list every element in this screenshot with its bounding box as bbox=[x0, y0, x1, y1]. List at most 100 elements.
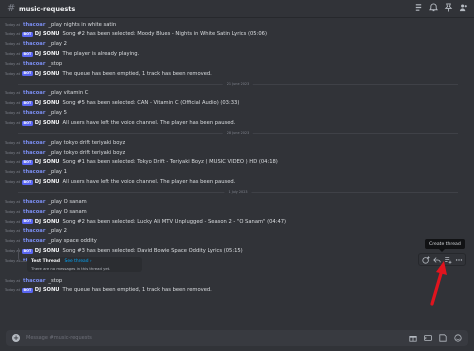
message-username[interactable]: thacoar bbox=[23, 238, 45, 244]
message-timestamp: Today at bbox=[4, 278, 20, 283]
members-icon[interactable] bbox=[459, 3, 468, 12]
message-timestamp: Today at bbox=[4, 199, 20, 204]
message-timestamp: Today at bbox=[4, 209, 20, 214]
message-text: _play 5 bbox=[48, 110, 67, 117]
red-arrow-head bbox=[436, 261, 447, 275]
message-timestamp: Today at bbox=[4, 258, 20, 263]
message-timestamp: Today at bbox=[4, 32, 20, 37]
add-attachment-icon[interactable]: + bbox=[12, 334, 20, 342]
message-text: Song #1 has been selected: Tokyo Drift -… bbox=[62, 159, 278, 166]
message-input[interactable] bbox=[26, 335, 409, 341]
bot-message[interactable]: Today at BOT DJ SONU All users have left th… bbox=[0, 178, 236, 187]
channel-name: music-requests bbox=[19, 4, 76, 13]
emoji-icon[interactable] bbox=[454, 334, 462, 342]
bot-badge: BOT bbox=[22, 159, 33, 165]
message-timestamp: Today at bbox=[4, 180, 20, 185]
bot-username[interactable]: DJ SONU bbox=[35, 71, 60, 77]
message-list[interactable]: Today at thacoar _play nights in white sat… bbox=[0, 19, 474, 324]
bot-username[interactable]: DJ SONU bbox=[35, 31, 60, 37]
bot-message[interactable]: Today at BOT DJ SONU The player is already … bbox=[0, 50, 139, 59]
message-timestamp: Today at bbox=[4, 22, 20, 27]
bot-username[interactable]: DJ SONU bbox=[35, 219, 60, 225]
thread-name: Test Thread bbox=[31, 259, 60, 264]
bot-username[interactable]: DJ SONU bbox=[35, 100, 60, 106]
channel-header: # music-requests bbox=[0, 0, 474, 18]
user-message[interactable]: Today at thacoar _stop bbox=[0, 59, 62, 68]
notifications-bell-icon[interactable] bbox=[429, 3, 438, 12]
user-message[interactable]: Today at thacoar _play 2 bbox=[0, 40, 67, 49]
bot-message[interactable]: Today at BOT DJ SONU Song #3 has been selec… bbox=[0, 247, 243, 256]
threads-icon[interactable] bbox=[414, 3, 423, 12]
bot-message[interactable]: Today at BOT DJ SONU Song #5 has been selec… bbox=[0, 99, 240, 108]
bot-username[interactable]: DJ SONU bbox=[35, 287, 60, 293]
message-timestamp: Today at bbox=[4, 160, 20, 165]
message-timestamp: Today at bbox=[4, 101, 20, 106]
user-message[interactable]: Today at thacoar _play tokyo drift teriyak… bbox=[0, 148, 125, 157]
message-timestamp: Today at bbox=[4, 229, 20, 234]
user-message[interactable]: Today at thacoar _play 1 bbox=[0, 168, 67, 177]
bot-message[interactable]: Today at BOT DJ SONU The queue has been emp… bbox=[0, 69, 212, 78]
message-text: _stop bbox=[48, 277, 63, 284]
message-timestamp: Today at bbox=[4, 170, 20, 175]
pin-icon[interactable] bbox=[444, 3, 453, 12]
message-username[interactable]: thacoar bbox=[23, 140, 45, 146]
message-timestamp: Today at bbox=[4, 91, 20, 96]
user-message[interactable]: Today at thacoar _stop bbox=[0, 276, 62, 285]
message-text: _play nights in white satin bbox=[48, 21, 117, 28]
user-message[interactable]: Today at thacoar _play 2 bbox=[0, 227, 67, 236]
date-divider-label: 28 June 2023 bbox=[222, 130, 254, 135]
see-thread-link[interactable]: See thread › bbox=[65, 259, 92, 264]
message-text: Song #5 has been selected: CAN - Vitamin… bbox=[62, 100, 240, 107]
bot-message[interactable]: Today at BOT DJ SONU Song #1 has been selec… bbox=[0, 158, 278, 167]
date-divider-label: 21 June 2023 bbox=[222, 81, 254, 86]
message-composer: + bbox=[6, 330, 468, 346]
bot-message[interactable]: Today at BOT DJ SONU All users have left th… bbox=[0, 119, 236, 128]
message-username[interactable]: thacoar bbox=[23, 41, 45, 47]
message-username[interactable]: thacoar bbox=[23, 169, 45, 175]
message-username[interactable]: thacoar bbox=[23, 61, 45, 67]
message-text: All users have left the voice channel. T… bbox=[62, 120, 236, 126]
bot-username[interactable]: DJ SONU bbox=[35, 120, 60, 126]
date-divider: 1 July 2023 bbox=[18, 189, 458, 194]
bot-message[interactable]: Today at BOT DJ SONU Song #2 has been selec… bbox=[0, 217, 286, 226]
date-divider: 21 June 2023 bbox=[18, 81, 458, 86]
thread-preview[interactable]: Test Thread See thread › There are no me… bbox=[27, 257, 142, 272]
user-message[interactable]: Today at thacoar _play O sanam bbox=[0, 207, 87, 216]
bot-username[interactable]: DJ SONU bbox=[35, 248, 60, 254]
message-text: The queue has been emptied, 1 track has … bbox=[62, 70, 212, 77]
red-arrow-annotation bbox=[430, 261, 447, 306]
user-message[interactable]: Today at thacoar _play vitamin C bbox=[0, 89, 89, 98]
message-timestamp: Today at bbox=[4, 150, 20, 155]
user-message[interactable]: Today at thacoar _play 5 bbox=[0, 109, 67, 118]
message-username[interactable]: thacoar bbox=[23, 199, 45, 205]
message-username[interactable]: thacoar bbox=[23, 110, 45, 116]
gif-icon[interactable] bbox=[424, 334, 432, 342]
bot-message[interactable]: Today at BOT DJ SONU Song #2 has been selec… bbox=[0, 30, 267, 39]
more-options-icon[interactable] bbox=[455, 256, 463, 264]
bot-username[interactable]: DJ SONU bbox=[35, 159, 60, 165]
user-message[interactable]: Today at thacoar _play nights in white sat… bbox=[0, 20, 116, 29]
bot-badge: BOT bbox=[22, 51, 33, 57]
message-timestamp: Today at bbox=[4, 219, 20, 224]
user-message[interactable]: Today at thacoar _play space oddity bbox=[0, 237, 97, 246]
message-username[interactable]: thacoar bbox=[23, 228, 45, 234]
message-text: _play 2 bbox=[48, 228, 67, 235]
message-username[interactable]: thacoar bbox=[23, 150, 45, 156]
gift-icon[interactable] bbox=[409, 334, 417, 342]
bot-username[interactable]: DJ SONU bbox=[35, 51, 60, 57]
message-timestamp: Today at bbox=[4, 121, 20, 125]
bot-message[interactable]: Today at BOT DJ SONU The queue has been emp… bbox=[0, 286, 212, 295]
message-username[interactable]: thacoar bbox=[23, 22, 45, 28]
user-message[interactable]: Today at thacoar _play tokyo drift teriyak… bbox=[0, 138, 125, 147]
composer-actions bbox=[409, 334, 462, 342]
message-text: _stop bbox=[48, 60, 63, 67]
message-username[interactable]: thacoar bbox=[23, 209, 45, 215]
message-username[interactable]: thacoar bbox=[23, 278, 45, 284]
message-text: _play tokyo drift teriyaki boyz bbox=[48, 139, 126, 146]
hashtag-icon: # bbox=[7, 3, 16, 14]
message-username[interactable]: thacoar bbox=[23, 90, 45, 96]
bot-username[interactable]: DJ SONU bbox=[35, 179, 60, 185]
message-text: Song #2 has been selected: Moody Blues -… bbox=[62, 31, 267, 38]
user-message[interactable]: Today at thacoar _play O sanam bbox=[0, 197, 87, 206]
sticker-icon[interactable] bbox=[439, 334, 447, 342]
